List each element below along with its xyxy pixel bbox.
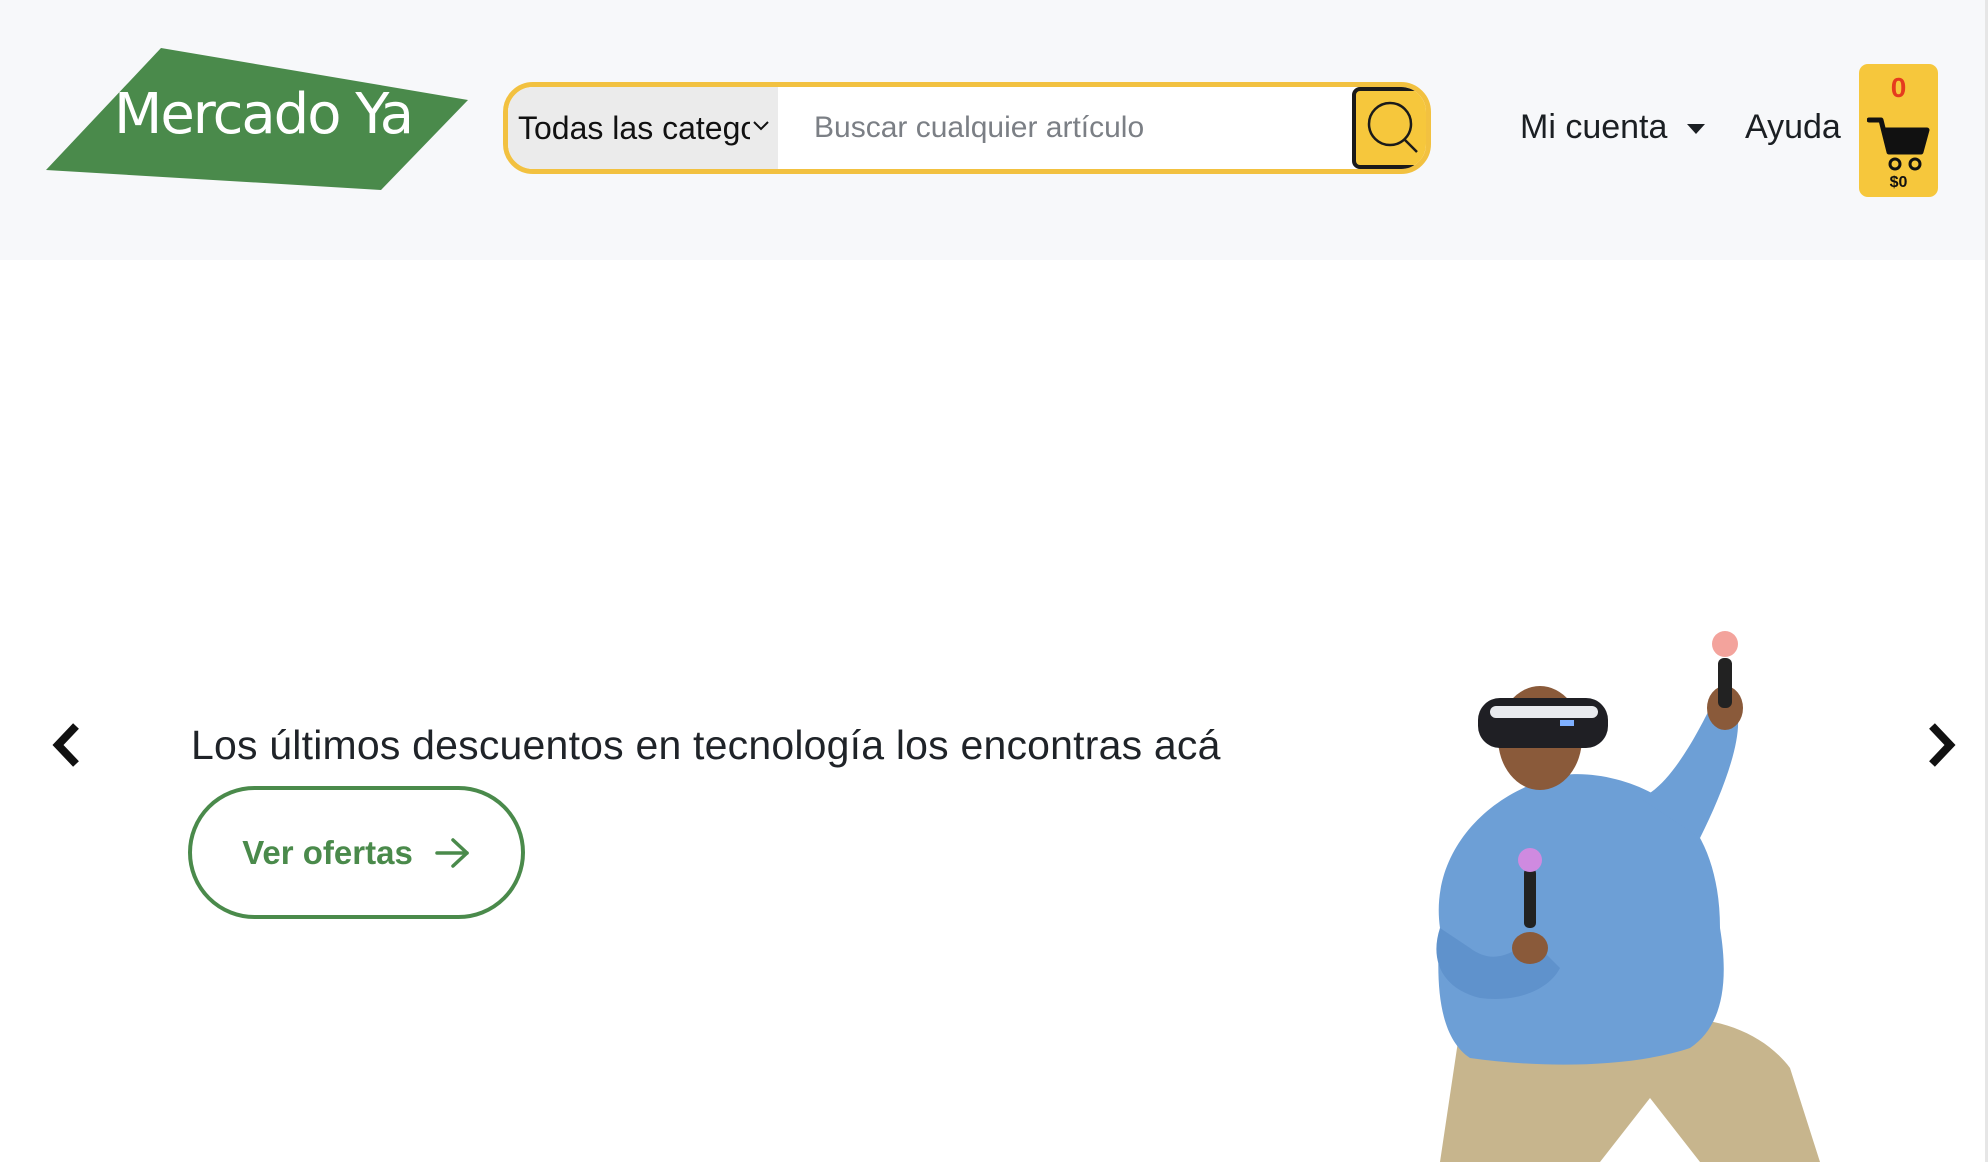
arrow-right-icon [435,837,469,868]
search-bar: Todas las categorías [503,82,1431,174]
category-select[interactable]: Todas las categorías [508,87,778,169]
category-select-label: Todas las categorías [518,109,750,146]
logo[interactable]: Mercado Ya [44,46,472,192]
cart-icon [1866,112,1931,181]
view-offers-label: Ver ofertas [242,833,413,871]
chevron-left-icon [52,723,79,767]
cart-total: $0 [1889,174,1908,191]
search-icon [1364,98,1420,159]
view-offers-button[interactable]: Ver ofertas [188,786,525,919]
search-input[interactable] [778,87,1352,169]
chevron-down-icon [752,119,770,137]
account-menu-label: Mi cuenta [1520,108,1668,146]
hero-vr-person-image [1400,628,1840,1162]
chevron-right-icon [1929,723,1956,767]
logo-text: Mercado Ya [114,82,414,147]
cart-count: 0 [1890,72,1907,103]
caret-down-icon [1687,123,1706,134]
carousel-prev-button[interactable] [50,722,82,773]
carousel-next-button[interactable] [1926,722,1958,773]
help-link[interactable]: Ayuda [1745,108,1841,147]
account-menu[interactable]: Mi cuenta [1520,108,1706,147]
search-button[interactable] [1352,87,1426,169]
site-header: Mercado Ya Todas las categorías Mi cuent… [0,0,1988,260]
hero-title: Los últimos descuentos en tecnología los… [191,722,1221,768]
cart-button[interactable]: 0 $0 [1859,64,1938,197]
